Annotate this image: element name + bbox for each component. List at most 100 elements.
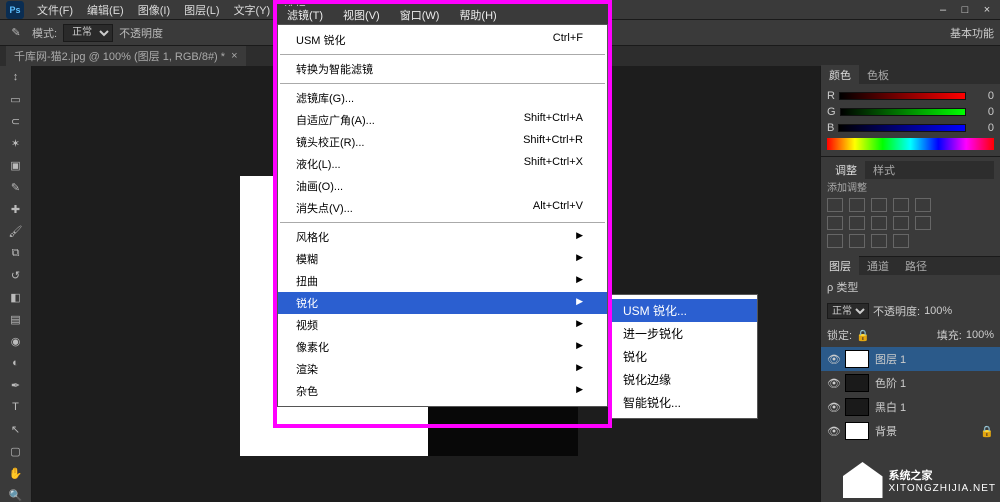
tab-paths[interactable]: 路径 — [897, 256, 935, 276]
layer-row[interactable]: 👁背景🔒 — [821, 419, 1000, 443]
adjust-icon[interactable] — [871, 216, 887, 230]
menu-layer[interactable]: 图层(L) — [177, 0, 226, 20]
adjust-icon[interactable] — [871, 198, 887, 212]
hand-tool-icon[interactable]: ✋ — [6, 466, 26, 480]
tab-channels[interactable]: 通道 — [859, 256, 897, 276]
path-tool-icon[interactable]: ↖ — [6, 422, 26, 436]
watermark-logo-icon — [843, 462, 883, 498]
current-tool-icon[interactable]: ✎ — [6, 23, 26, 43]
lock-icon[interactable]: 🔒 — [856, 329, 870, 342]
sharpen-menu-item[interactable]: 进一步锐化 — [609, 322, 757, 345]
eye-icon[interactable]: 👁 — [827, 401, 839, 414]
hue-strip[interactable] — [827, 138, 994, 150]
adjust-icon[interactable] — [827, 198, 843, 212]
menu-image[interactable]: 图像(I) — [131, 0, 177, 20]
app-logo: Ps — [6, 1, 24, 19]
mode-select[interactable]: 正常 — [63, 24, 113, 42]
layer-row[interactable]: 👁黑白 1 — [821, 395, 1000, 419]
heal-tool-icon[interactable]: ✚ — [6, 202, 26, 216]
filter-menu-item[interactable]: 锐化 — [278, 292, 607, 314]
g-slider[interactable] — [840, 108, 966, 116]
eye-icon[interactable]: 👁 — [827, 377, 839, 390]
adjust-icon[interactable] — [849, 198, 865, 212]
stamp-tool-icon[interactable]: ⧉ — [6, 246, 26, 260]
filter-menu-item[interactable]: 自适应广角(A)...Shift+Ctrl+A — [278, 109, 607, 131]
r-slider[interactable] — [839, 92, 966, 100]
dodge-tool-icon[interactable]: ◐ — [6, 356, 26, 370]
layer-name: 色阶 1 — [875, 375, 906, 391]
menu-type[interactable]: 文字(Y) — [227, 0, 278, 20]
filter-menu-item[interactable]: 像素化 — [278, 336, 607, 358]
eraser-tool-icon[interactable]: ◧ — [6, 290, 26, 304]
adjust-icon[interactable] — [849, 234, 865, 248]
menu-window[interactable]: 窗口(W) — [390, 5, 450, 25]
filter-menu-item[interactable]: 风格化 — [278, 226, 607, 248]
fill-val[interactable]: 100% — [966, 329, 994, 341]
tab-swatches[interactable]: 色板 — [859, 65, 897, 85]
eye-icon[interactable]: 👁 — [827, 425, 839, 438]
shape-tool-icon[interactable]: ▢ — [6, 444, 26, 458]
crop-tool-icon[interactable]: ▣ — [6, 158, 26, 172]
tab-color[interactable]: 颜色 — [821, 65, 859, 85]
layer-row[interactable]: 👁图层 1 — [821, 347, 1000, 371]
tab-adjustments[interactable]: 调整 — [827, 160, 865, 180]
filter-menu-item[interactable]: 渲染 — [278, 358, 607, 380]
document-tab[interactable]: 千库网-猫2.jpg @ 100% (图层 1, RGB/8#) * × — [6, 46, 246, 66]
sharpen-menu-item[interactable]: 锐化边缘 — [609, 368, 757, 391]
type-tool-icon[interactable]: T — [6, 400, 26, 414]
adjust-icon[interactable] — [849, 216, 865, 230]
history-brush-icon[interactable]: ↺ — [6, 268, 26, 282]
adjust-icon[interactable] — [893, 198, 909, 212]
b-slider[interactable] — [838, 124, 966, 132]
tab-layers[interactable]: 图层 — [821, 256, 859, 276]
move-tool-icon[interactable]: ↕ — [6, 70, 26, 84]
filter-menu-item[interactable]: 液化(L)...Shift+Ctrl+X — [278, 153, 607, 175]
adjust-icon[interactable] — [893, 234, 909, 248]
menu-file[interactable]: 文件(F) — [30, 0, 80, 20]
g-label: G — [827, 106, 836, 118]
menu-edit[interactable]: 编辑(E) — [80, 0, 131, 20]
maximize-icon[interactable]: □ — [958, 3, 972, 17]
adjust-icon[interactable] — [915, 216, 931, 230]
filter-menu-item[interactable]: 油画(O)... — [278, 175, 607, 197]
adjust-icon[interactable] — [893, 216, 909, 230]
menu-help[interactable]: 帮助(H) — [449, 5, 506, 25]
close-icon[interactable]: × — [980, 3, 994, 17]
filter-menu-item[interactable]: 杂色 — [278, 380, 607, 402]
filter-menu-item[interactable]: 扭曲 — [278, 270, 607, 292]
lasso-tool-icon[interactable]: ⊂ — [6, 114, 26, 128]
adjust-icon[interactable] — [915, 198, 931, 212]
adjust-icon[interactable] — [827, 234, 843, 248]
sharpen-menu-item[interactable]: 智能锐化... — [609, 391, 757, 414]
workspace-select[interactable]: 基本功能 — [950, 25, 994, 41]
adjust-icon[interactable] — [871, 234, 887, 248]
blend-select[interactable]: 正常 — [827, 303, 869, 319]
gradient-tool-icon[interactable]: ▤ — [6, 312, 26, 326]
eyedropper-tool-icon[interactable]: ✎ — [6, 180, 26, 194]
wand-tool-icon[interactable]: ✶ — [6, 136, 26, 150]
brush-tool-icon[interactable]: 🖌 — [6, 224, 26, 238]
tab-styles[interactable]: 样式 — [865, 160, 903, 180]
filter-menu-item[interactable]: USM 锐化Ctrl+F — [278, 29, 607, 51]
filter-menu-item[interactable]: 视频 — [278, 314, 607, 336]
filter-menu-item[interactable]: 滤镜库(G)... — [278, 87, 607, 109]
marquee-tool-icon[interactable]: ▭ — [6, 92, 26, 106]
menu-filter[interactable]: 滤镜(T) — [277, 5, 333, 25]
blur-tool-icon[interactable]: ◉ — [6, 334, 26, 348]
minimize-icon[interactable]: – — [936, 3, 950, 17]
zoom-tool-icon[interactable]: 🔍 — [6, 488, 26, 502]
filter-menu-item[interactable]: 转换为智能滤镜 — [278, 58, 607, 80]
tab-close-icon[interactable]: × — [231, 50, 237, 62]
filter-menu-item[interactable]: 消失点(V)...Alt+Ctrl+V — [278, 197, 607, 219]
menu-view[interactable]: 视图(V) — [333, 5, 390, 25]
adjust-icon[interactable] — [827, 216, 843, 230]
fill-lbl: 填充: — [937, 327, 962, 343]
pen-tool-icon[interactable]: ✒ — [6, 378, 26, 392]
layer-row[interactable]: 👁 色阶 1 — [821, 371, 1000, 395]
opacity-val[interactable]: 100% — [924, 305, 952, 317]
filter-menu-item[interactable]: 模糊 — [278, 248, 607, 270]
sharpen-menu-item[interactable]: 锐化 — [609, 345, 757, 368]
eye-icon[interactable]: 👁 — [827, 353, 839, 366]
sharpen-menu-item[interactable]: USM 锐化... — [609, 299, 757, 322]
filter-menu-item[interactable]: 镜头校正(R)...Shift+Ctrl+R — [278, 131, 607, 153]
